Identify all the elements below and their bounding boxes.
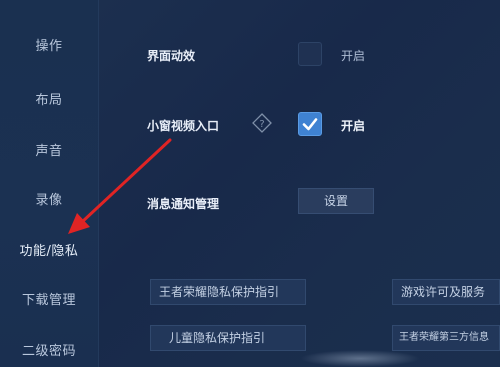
mini-video-entry-label: 小窗视频入口 — [147, 119, 220, 133]
question-diamond-icon[interactable]: ? — [252, 113, 272, 133]
game-license-link[interactable]: 游戏许可及服务 — [392, 279, 500, 305]
interface-animation-label: 界面动效 — [147, 49, 196, 63]
third-party-info-link[interactable]: 王者荣耀第三方信息 — [392, 325, 500, 351]
checkmark-icon — [302, 118, 318, 131]
sidebar-item-secondary-password[interactable]: 二级密码 — [0, 337, 98, 367]
mini-video-entry-checkbox-text[interactable]: 开启 — [341, 117, 365, 134]
svg-text:?: ? — [259, 119, 264, 130]
sidebar-item-sound[interactable]: 声音 — [0, 137, 98, 167]
interface-animation-checkbox[interactable] — [298, 42, 322, 66]
sidebar-item-recording[interactable]: 录像 — [0, 186, 98, 216]
sidebar-item-layout[interactable]: 布局 — [0, 86, 98, 116]
privacy-guide-link[interactable]: 王者荣耀隐私保护指引 — [150, 279, 306, 305]
child-privacy-guide-link[interactable]: 儿童隐私保护指引 — [150, 325, 306, 351]
notification-settings-button[interactable]: 设置 — [298, 188, 374, 214]
settings-screen: 操作 布局 声音 录像 功能/隐私 下载管理 二级密码 界面动效 开启 小窗视频… — [0, 0, 500, 367]
sidebar-item-controls[interactable]: 操作 — [0, 32, 98, 62]
bottom-light-glow — [300, 350, 420, 367]
notification-management-label: 消息通知管理 — [147, 197, 220, 211]
sidebar-item-function-privacy[interactable]: 功能/隐私 — [0, 237, 98, 267]
mini-video-entry-checkbox[interactable] — [298, 112, 322, 136]
sidebar-item-download-management[interactable]: 下载管理 — [0, 286, 98, 316]
interface-animation-checkbox-text[interactable]: 开启 — [341, 47, 365, 64]
sidebar: 操作 布局 声音 录像 功能/隐私 下载管理 二级密码 — [0, 0, 99, 367]
